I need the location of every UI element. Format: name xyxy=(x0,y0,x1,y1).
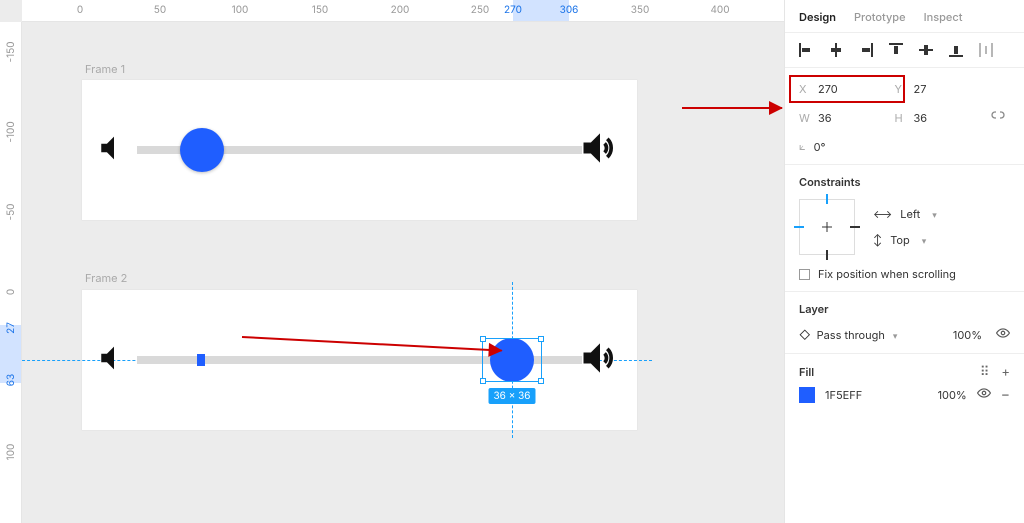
fill-hex-field[interactable]: 1F5EFF xyxy=(825,388,862,402)
y-field[interactable]: Y27 xyxy=(895,82,991,96)
panel-tabs: Design Prototype Inspect xyxy=(785,0,1024,33)
track-marker xyxy=(197,354,205,366)
x-field[interactable]: X270 xyxy=(789,75,905,103)
tab-inspect[interactable]: Inspect xyxy=(924,10,963,24)
slider-knob[interactable] xyxy=(180,128,224,172)
w-field[interactable]: W36 xyxy=(799,111,895,125)
ruler-top: 0 50 100 150 200 250 270 306 350 400 450 xyxy=(22,0,784,22)
canvas-viewport[interactable]: Frame 1 Frame 2 xyxy=(22,22,784,523)
style-icon[interactable]: ⠿ xyxy=(980,364,990,380)
constraints-section: Constraints ⟷Left ↕Top Fix position when… xyxy=(785,165,1024,292)
constraint-h-dropdown[interactable]: ⟷Left xyxy=(873,207,937,221)
constraint-v-dropdown[interactable]: ↕Top xyxy=(873,233,937,247)
volume-mute-icon xyxy=(97,341,131,379)
align-vcenter-icon[interactable] xyxy=(919,43,933,57)
frame1-label[interactable]: Frame 1 xyxy=(85,62,125,76)
volume-mute-icon xyxy=(97,131,131,169)
selection-size-badge: 36 × 36 xyxy=(489,388,536,404)
constraint-widget[interactable] xyxy=(799,199,855,255)
align-hcenter-icon[interactable] xyxy=(829,43,843,57)
annotation-arrow xyxy=(242,336,502,352)
volume-up-icon xyxy=(578,126,622,174)
frame2-label[interactable]: Frame 2 xyxy=(85,271,127,285)
rotation-field[interactable]: ⟀0° xyxy=(799,139,895,154)
canvas-area[interactable]: 0 50 100 150 200 250 270 306 350 400 450… xyxy=(0,0,784,523)
h-field[interactable]: H36 xyxy=(895,111,991,125)
align-right-icon[interactable] xyxy=(859,43,873,57)
annotation-arrow xyxy=(682,107,782,109)
link-wh-icon[interactable] xyxy=(990,108,1010,127)
tab-prototype[interactable]: Prototype xyxy=(854,10,906,24)
tab-design[interactable]: Design xyxy=(799,10,836,24)
distribute-icon xyxy=(979,43,993,57)
add-fill-icon[interactable]: + xyxy=(1001,364,1010,380)
fill-swatch[interactable] xyxy=(799,387,815,403)
frame-2[interactable]: 36 × 36 xyxy=(82,290,637,430)
frame-1[interactable] xyxy=(82,80,637,220)
fill-visibility-icon[interactable] xyxy=(977,386,991,403)
fix-position-checkbox[interactable]: Fix position when scrolling xyxy=(799,267,1010,281)
visibility-icon[interactable] xyxy=(996,326,1010,343)
align-bottom-icon[interactable] xyxy=(949,43,963,57)
ruler-left: -150 -100 -50 0 27 63 100 150 xyxy=(0,22,22,523)
layer-opacity-field[interactable]: 100% xyxy=(953,328,982,342)
align-section xyxy=(785,33,1024,68)
align-top-icon[interactable] xyxy=(889,43,903,57)
fill-opacity-field[interactable]: 100% xyxy=(938,388,967,402)
volume-up-icon xyxy=(578,336,622,384)
align-left-icon[interactable] xyxy=(799,43,813,57)
remove-fill-icon[interactable]: − xyxy=(1001,386,1010,403)
transform-section: X270 Y27 W36 H36 ⟀0° xyxy=(785,68,1024,165)
inspector-panel: Design Prototype Inspect X270 Y27 xyxy=(784,0,1024,523)
layer-section: Layer ◇ Pass through 100% xyxy=(785,292,1024,354)
blend-icon: ◇ xyxy=(799,328,811,342)
blend-mode-dropdown[interactable]: ◇ Pass through xyxy=(799,328,897,342)
fill-section: Fill ⠿ + 1F5EFF 100% − xyxy=(785,354,1024,413)
